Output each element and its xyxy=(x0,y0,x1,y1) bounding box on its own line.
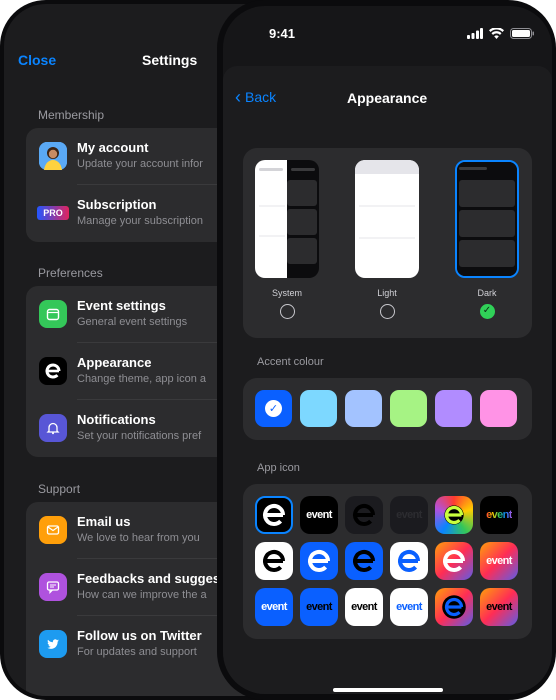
row-subtitle: Update your account infor xyxy=(77,158,203,170)
theme-label: Dark xyxy=(477,288,497,298)
row-title: Email us xyxy=(77,514,131,529)
appearance-phone: 9:41 ‹ Back Appearance System Light Dark… xyxy=(217,0,556,700)
row-subtitle: How can we improve the a xyxy=(77,589,207,601)
status-icons xyxy=(467,28,534,39)
app-icon-option[interactable]: event xyxy=(480,496,518,534)
theme-option-light[interactable]: Light xyxy=(355,160,419,319)
status-time: 9:41 xyxy=(269,26,296,41)
row-title: My account xyxy=(77,140,149,155)
wifi-icon xyxy=(489,28,504,39)
accent-swatch-cyan[interactable] xyxy=(300,390,337,427)
calendar-icon xyxy=(39,300,67,328)
section-label-support: Support xyxy=(38,482,81,496)
row-title: Event settings xyxy=(77,298,166,313)
feedback-icon xyxy=(39,573,67,601)
page-title: Appearance xyxy=(347,90,428,106)
app-icon-option[interactable]: event xyxy=(345,588,383,626)
bell-icon xyxy=(39,414,67,442)
battery-icon xyxy=(510,28,534,39)
app-icon-option[interactable] xyxy=(390,542,428,580)
appearance-screen: 9:41 ‹ Back Appearance System Light Dark… xyxy=(223,6,552,694)
close-button[interactable]: Close xyxy=(18,52,56,68)
row-title: Subscription xyxy=(77,197,157,212)
row-title: Appearance xyxy=(77,355,152,370)
app-icon-word: event xyxy=(486,509,512,521)
accent-swatch-purple[interactable] xyxy=(435,390,472,427)
check-icon: ✓ xyxy=(265,400,282,417)
theme-system-preview xyxy=(255,160,319,278)
app-icon-option[interactable] xyxy=(435,496,473,534)
mail-icon xyxy=(39,516,67,544)
event-logo-icon xyxy=(39,357,67,385)
accent-swatch-pink[interactable] xyxy=(480,390,517,427)
page-title: Settings xyxy=(142,52,198,68)
row-title: Feedbacks and sugges xyxy=(77,571,221,586)
row-subtitle: Change theme, app icon a xyxy=(77,373,207,385)
signal-icon xyxy=(467,28,483,39)
row-subtitle: General event settings xyxy=(77,316,188,328)
app-icon-option[interactable] xyxy=(435,588,473,626)
theme-label: Light xyxy=(377,288,397,298)
status-bar: 9:41 xyxy=(223,26,552,44)
theme-light-preview xyxy=(355,160,419,278)
app-icon-option[interactable]: event xyxy=(300,496,338,534)
row-title: Notifications xyxy=(77,412,156,427)
radio-button[interactable] xyxy=(279,304,295,319)
section-label-membership: Membership xyxy=(38,108,105,122)
app-icon-option[interactable]: event xyxy=(480,588,518,626)
theme-label: System xyxy=(271,288,302,298)
accent-colour-label: Accent colour xyxy=(257,356,324,368)
chevron-left-icon: ‹ xyxy=(235,87,241,107)
app-icon-option[interactable] xyxy=(345,496,383,534)
app-icon-option[interactable] xyxy=(345,542,383,580)
accent-colour-picker: ✓ xyxy=(243,378,532,440)
row-subtitle: We love to hear from you xyxy=(77,532,200,544)
app-icon-option[interactable] xyxy=(435,542,473,580)
appearance-sheet: ‹ Back Appearance System Light Dark ✓ Ac… xyxy=(223,66,552,694)
theme-dark-preview xyxy=(455,160,519,278)
app-icon-option[interactable]: event xyxy=(390,496,428,534)
appearance-nav-bar: ‹ Back Appearance xyxy=(223,88,552,110)
row-subtitle: For updates and support xyxy=(77,646,197,658)
check-icon[interactable]: ✓ xyxy=(479,304,495,319)
row-title: Follow us on Twitter xyxy=(77,628,202,643)
app-icon-option[interactable]: event xyxy=(255,588,293,626)
app-icon-option[interactable] xyxy=(300,542,338,580)
section-label-preferences: Preferences xyxy=(38,266,103,280)
pro-badge-icon: PRO xyxy=(37,206,69,220)
accent-swatch-green[interactable] xyxy=(390,390,427,427)
radio-button[interactable] xyxy=(379,304,395,319)
avatar-icon xyxy=(39,142,67,170)
home-indicator xyxy=(333,688,443,692)
app-icon-option[interactable]: event xyxy=(480,542,518,580)
app-icon-grid: event event event event event event even… xyxy=(243,484,532,639)
app-icon-option[interactable]: event xyxy=(390,588,428,626)
accent-swatch-blue[interactable]: ✓ xyxy=(255,390,292,427)
app-icon-option[interactable] xyxy=(255,496,293,534)
accent-swatch-periwinkle[interactable] xyxy=(345,390,382,427)
theme-selector: System Light Dark ✓ xyxy=(243,148,532,338)
app-icon-option[interactable] xyxy=(255,542,293,580)
theme-option-system[interactable]: System xyxy=(255,160,319,319)
back-label: Back xyxy=(245,89,277,105)
app-icon-label: App icon xyxy=(257,462,300,474)
back-button[interactable]: ‹ Back xyxy=(235,88,276,106)
row-subtitle: Set your notifications pref xyxy=(77,430,202,442)
theme-option-dark[interactable]: Dark ✓ xyxy=(455,160,519,319)
app-icon-option[interactable]: event xyxy=(300,588,338,626)
row-subtitle: Manage your subscription xyxy=(77,215,203,227)
twitter-icon xyxy=(39,630,67,658)
